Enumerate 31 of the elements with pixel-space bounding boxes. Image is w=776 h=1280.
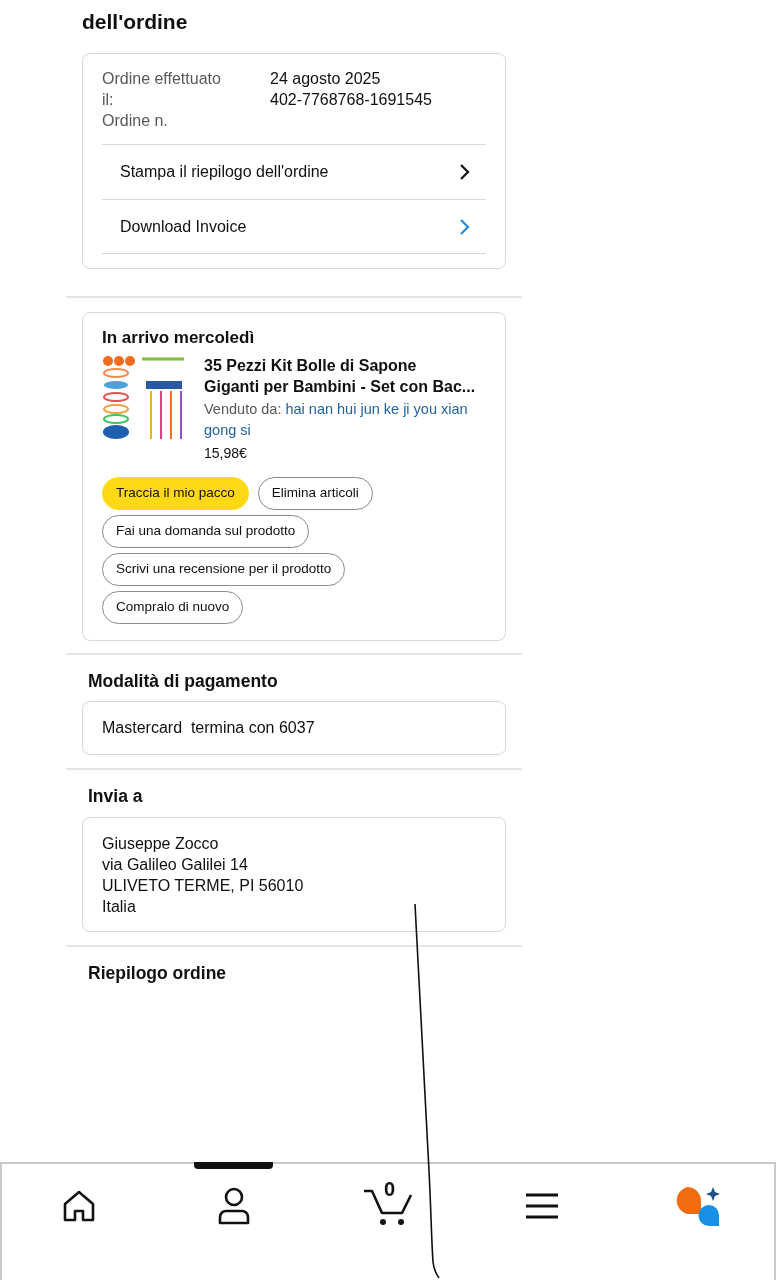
order-link[interactable]: Stampa il riepilogo dell'ordine: [102, 144, 486, 199]
seller-text: Venduto da: hai nan hui jun ke ji you xian gong si: [204, 400, 469, 440]
nav-tab[interactable]: 0: [310, 1164, 466, 1248]
order-link[interactable]: Download Invoice: [102, 199, 486, 254]
delivery-heading: In arrivo mercoledì: [102, 327, 256, 349]
order-info-label: Ordine effettuato il:: [102, 69, 222, 110]
address-line: ULIVETO TERME, PI 56010: [102, 876, 305, 896]
address-line: Italia: [102, 897, 137, 917]
action-button[interactable]: Traccia il mio pacco: [102, 477, 249, 510]
action-button[interactable]: Fai una domanda sul prodotto: [102, 515, 310, 548]
person-icon: [216, 1187, 251, 1225]
address-line: via Galileo Galilei 14: [102, 855, 249, 875]
home-icon: [62, 1190, 97, 1222]
order-info-value: 24 agosto 2025: [270, 69, 382, 89]
cart-count: 0: [384, 1179, 396, 1199]
shipping-heading: Invia a: [88, 785, 144, 807]
order-info-label: Ordine n.: [102, 111, 169, 131]
chevron-right-icon: [458, 163, 470, 181]
address-line: Giuseppe Zocco: [102, 834, 220, 854]
product-title[interactable]: 35 Pezzi Kit Bolle di Sapone Giganti per Bambini - Set con Bac...: [204, 355, 476, 397]
summary-heading: Riepilogo ordine: [88, 962, 228, 984]
chevron-right-icon: [458, 217, 470, 236]
action-button[interactable]: Scrivi una recensione per il prodotto: [102, 553, 346, 586]
product-price: 15,98€: [204, 444, 248, 463]
payment-heading: Modalità di pagamento: [88, 670, 279, 692]
page-title: dell'ordine: [82, 9, 189, 35]
action-button[interactable]: Elimina articoli: [257, 477, 373, 510]
action-button[interactable]: Compralo di nuovo: [102, 591, 244, 624]
menu-icon: [525, 1192, 560, 1220]
order-info-value: 402-7768768-1691545: [270, 90, 432, 110]
payment-method: Mastercard termina con 6037: [102, 718, 315, 738]
